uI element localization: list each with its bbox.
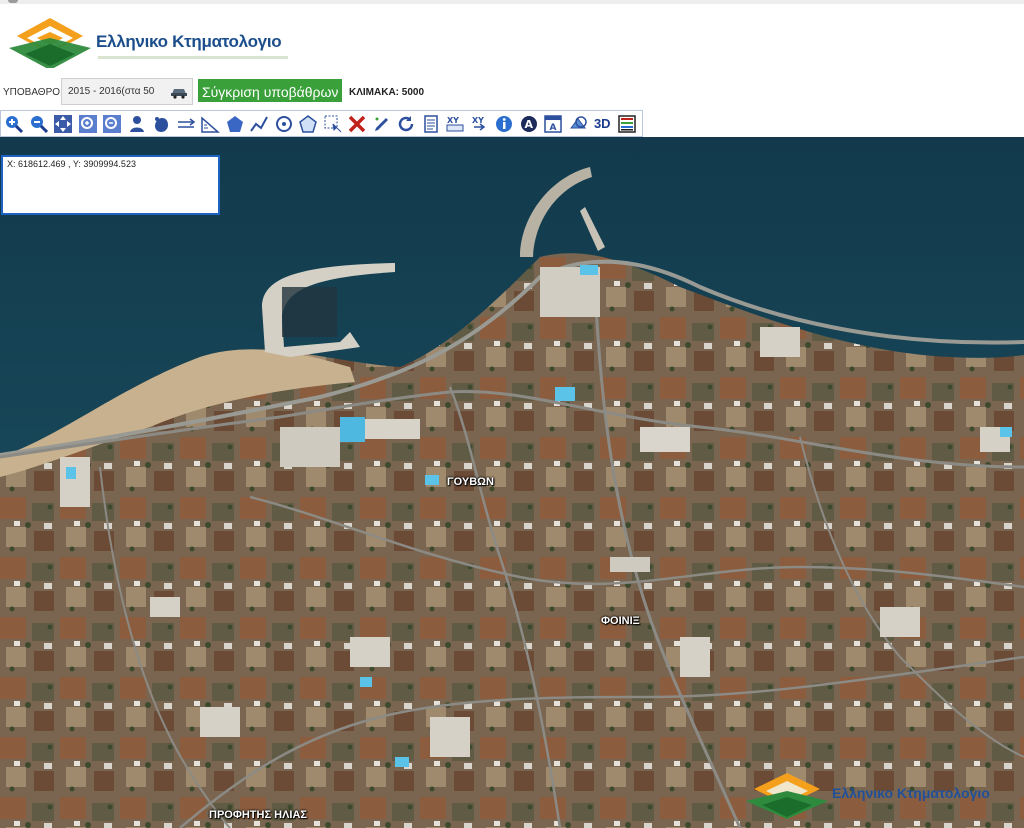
measure-area-icon[interactable] xyxy=(223,112,248,136)
svg-text:A: A xyxy=(524,118,533,131)
edit-icon[interactable] xyxy=(370,112,395,136)
measure-distance-icon[interactable] xyxy=(174,112,199,136)
select-polygon-icon[interactable] xyxy=(296,112,321,136)
place-label-foiniks: ΦΟΙΝΙΞ xyxy=(601,615,640,627)
refresh-icon[interactable] xyxy=(394,112,419,136)
watermark-text: Ελληνικο Κτηματολογιο xyxy=(832,785,990,801)
draw-line-icon[interactable] xyxy=(247,112,272,136)
3d-label: 3D xyxy=(593,116,611,131)
basemap-selected-value: 2015 - 2016(στα 50 xyxy=(68,86,155,97)
basemap-bar: ΥΠΟΒΑΘΡΟ: 2015 - 2016(στα 50 Σύγκριση υπ… xyxy=(0,78,1024,106)
report-icon[interactable] xyxy=(419,112,444,136)
header: Ελληνικο Κτηματολογιο xyxy=(0,4,1024,78)
coordinates-text: X: 618612.469 , Y: 3909994.523 xyxy=(7,159,136,169)
zoom-in-icon[interactable] xyxy=(2,112,27,136)
3d-view-icon[interactable]: 3D xyxy=(590,112,615,136)
select-box-icon[interactable] xyxy=(321,112,346,136)
draw-circle-icon[interactable] xyxy=(272,112,297,136)
basemap-label: ΥΠΟΒΑΘΡΟ: xyxy=(3,87,63,98)
xy-goto-icon[interactable]: XY xyxy=(468,112,493,136)
info-icon[interactable] xyxy=(492,112,517,136)
clear-icon[interactable] xyxy=(345,112,370,136)
ktimatologio-logo[interactable] xyxy=(5,14,95,68)
identify-icon[interactable] xyxy=(125,112,150,136)
zoom-box-icon[interactable] xyxy=(76,112,101,136)
svg-text:XY: XY xyxy=(447,116,459,125)
pan-icon[interactable] xyxy=(51,112,76,136)
svg-text:XY: XY xyxy=(472,116,484,125)
zoom-out-icon[interactable] xyxy=(27,112,52,136)
svg-text:A: A xyxy=(550,123,557,133)
place-label-gouvon: ΓΟΥΒΩΝ xyxy=(447,476,494,488)
map-view[interactable]: X: 618612.469 , Y: 3909994.523 ΓΟΥΒΩΝ ΦΟ… xyxy=(0,137,1024,828)
coordinates-readout: X: 618612.469 , Y: 3909994.523 xyxy=(1,155,220,215)
xy-coordinates-icon[interactable]: XY xyxy=(443,112,468,136)
car-icon xyxy=(171,89,187,99)
measure-angle-icon[interactable] xyxy=(198,112,223,136)
print-icon[interactable]: A xyxy=(541,112,566,136)
orthophoto-map[interactable] xyxy=(0,137,1024,828)
map-scale: ΚΛΙΜΑΚΑ: 5000 xyxy=(349,87,425,98)
compare-basemaps-button[interactable]: Σύγκριση υποβάθρων xyxy=(198,79,342,102)
legend-icon[interactable] xyxy=(615,112,640,136)
map-toolbar: XY XY A A 3D xyxy=(0,110,643,137)
watermark-logo xyxy=(746,773,828,819)
place-label-profitis-ilias: ΠΡΟΦΗΤΗΣ ΗΛΙΑΣ xyxy=(209,809,308,821)
brand-title: Ελληνικο Κτηματολογιο xyxy=(96,32,282,51)
annotation-icon[interactable]: A xyxy=(517,112,542,136)
hand-select-icon[interactable] xyxy=(149,112,174,136)
watermark: Ελληνικο Κτηματολογιο xyxy=(742,771,1024,819)
layers-icon[interactable] xyxy=(566,112,591,136)
basemap-select[interactable]: 2015 - 2016(στα 50 xyxy=(61,78,193,105)
top-blip xyxy=(8,0,18,3)
zoom-full-icon[interactable] xyxy=(100,112,125,136)
brand-underline xyxy=(98,56,288,59)
